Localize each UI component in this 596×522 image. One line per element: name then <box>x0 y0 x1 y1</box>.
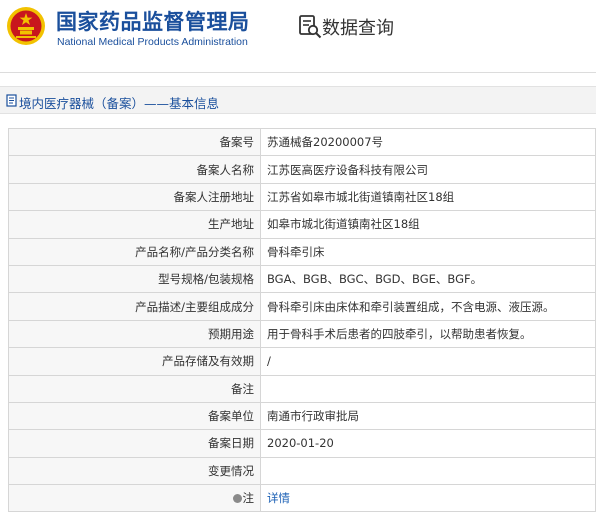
note-label-text: 注 <box>242 491 255 506</box>
field-value <box>260 374 596 403</box>
field-label: 产品名称/产品分类名称 <box>8 237 261 266</box>
org-name-en: National Medical Products Administration <box>57 36 248 48</box>
table-row: 产品描述/主要组成成分 骨科牵引床由床体和牵引装置组成，不含电源、液压源。 <box>8 292 596 321</box>
table-row: 产品存储及有效期 / <box>8 347 596 376</box>
field-label: 产品存储及有效期 <box>8 347 261 376</box>
table-row: 产品名称/产品分类名称 骨科牵引床 <box>8 237 596 266</box>
table-row: 生产地址 如皋市城北街道镇南社区18组 <box>8 210 596 239</box>
field-label: 型号规格/包装规格 <box>8 264 261 294</box>
field-label: 生产地址 <box>8 210 261 239</box>
note-value: 详情 <box>260 484 596 513</box>
table-row: 预期用途 用于骨科手术后患者的四肢牵引，以帮助患者恢复。 <box>8 319 596 349</box>
table-row: 备案号 苏通械备20200007号 <box>8 127 596 157</box>
field-value: 用于骨科手术后患者的四肢牵引，以帮助患者恢复。 <box>260 319 596 349</box>
note-label: 注 <box>8 484 261 513</box>
breadcrumb: 境内医疗器械（备案）——基本信息 <box>0 86 596 114</box>
details-link[interactable]: 详情 <box>267 491 290 505</box>
note-icon <box>232 494 242 504</box>
field-value: 如皋市城北街道镇南社区18组 <box>260 210 596 239</box>
table-row: 备注 <box>8 374 596 403</box>
field-value: 骨科牵引床 <box>260 237 596 266</box>
field-value: BGA、BGB、BGC、BGD、BGE、BGF。 <box>260 264 596 294</box>
field-label: 变更情况 <box>8 456 261 486</box>
table-row: 型号规格/包装规格 BGA、BGB、BGC、BGD、BGE、BGF。 <box>8 264 596 294</box>
field-value: 南通市行政审批局 <box>260 401 596 431</box>
field-label: 备案人名称 <box>8 155 261 184</box>
national-emblem-icon <box>7 7 45 45</box>
field-value: / <box>260 347 596 376</box>
field-label: 产品描述/主要组成成分 <box>8 292 261 321</box>
field-label: 备案日期 <box>8 429 261 458</box>
detail-table: 备案号 苏通械备20200007号 备案人名称 江苏医高医疗设备科技有限公司 备案人… <box>8 127 596 513</box>
field-value: 江苏医高医疗设备科技有限公司 <box>260 155 596 184</box>
field-label: 预期用途 <box>8 319 261 349</box>
header-divider <box>0 72 596 73</box>
document-icon <box>6 94 17 107</box>
note-row: 注 详情 <box>8 484 596 513</box>
data-query-icon[interactable] <box>298 14 324 40</box>
table-row: 备案人注册地址 江苏省如皋市城北街道镇南社区18组 <box>8 182 596 212</box>
table-row: 变更情况 <box>8 456 596 486</box>
table-row: 备案人名称 江苏医高医疗设备科技有限公司 <box>8 155 596 184</box>
field-value: 江苏省如皋市城北街道镇南社区18组 <box>260 182 596 212</box>
field-value <box>260 456 596 486</box>
table-row: 备案单位 南通市行政审批局 <box>8 401 596 431</box>
data-query-link[interactable]: 数据查询 <box>322 14 394 40</box>
field-label: 备案人注册地址 <box>8 182 261 212</box>
org-name-cn: 国家药品监督管理局 <box>56 10 250 34</box>
field-label: 备注 <box>8 374 261 403</box>
site-header: 国家药品监督管理局 National Medical Products Admi… <box>0 0 596 66</box>
field-label: 备案单位 <box>8 401 261 431</box>
table-row: 备案日期 2020-01-20 <box>8 429 596 458</box>
field-label: 备案号 <box>8 127 261 157</box>
field-value: 苏通械备20200007号 <box>260 127 596 157</box>
field-value: 2020-01-20 <box>260 429 596 458</box>
field-value: 骨科牵引床由床体和牵引装置组成，不含电源、液压源。 <box>260 292 596 321</box>
breadcrumb-title: 境内医疗器械（备案）——基本信息 <box>19 96 220 111</box>
